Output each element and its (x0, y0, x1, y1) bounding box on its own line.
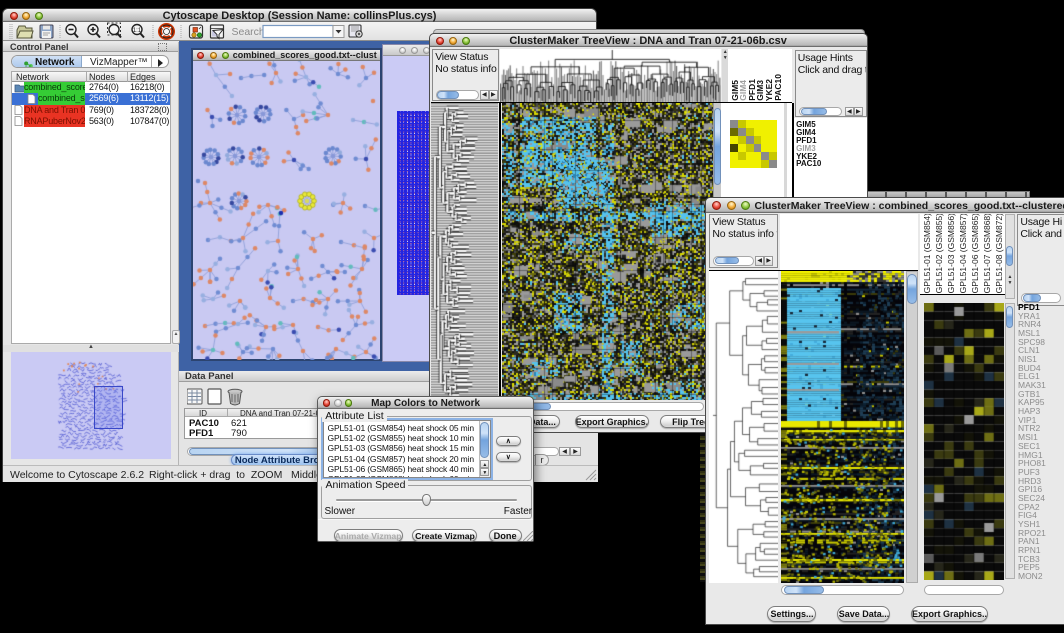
svg-text:1:1: 1:1 (133, 28, 142, 34)
svg-text:Search:: Search: (232, 26, 268, 38)
